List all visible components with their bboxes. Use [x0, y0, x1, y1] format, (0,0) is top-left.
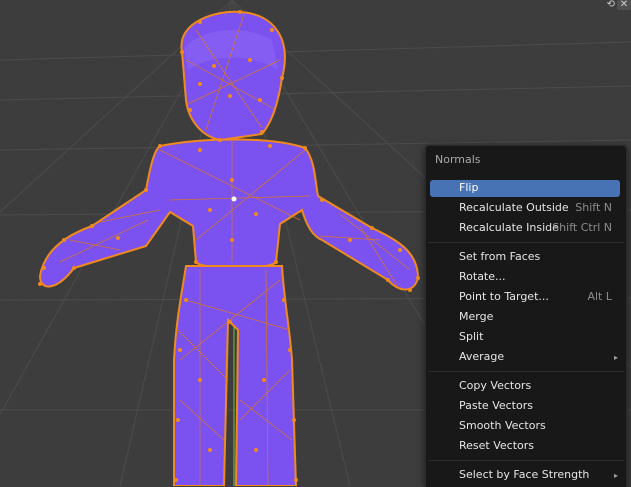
- menu-item-label: Recalculate Outside: [459, 201, 569, 214]
- close-icon[interactable]: ✕: [617, 0, 631, 10]
- menu-item-label: Reset Vectors: [459, 439, 535, 452]
- menu-item-label: Set from Faces: [459, 250, 541, 263]
- menu-item-label: Split: [459, 330, 484, 343]
- menu-item-label: Smooth Vectors: [459, 419, 546, 432]
- overlay-toggle-icon[interactable]: ⟲: [607, 0, 615, 10]
- menu-item-copy-vectors[interactable]: Copy Vectors: [430, 378, 620, 395]
- menu-item-split[interactable]: Split: [430, 329, 620, 346]
- menu-item-rotate[interactable]: Rotate...: [430, 269, 620, 286]
- menu-item-average[interactable]: Average ▸: [430, 349, 620, 366]
- menu-item-label: Paste Vectors: [459, 399, 533, 412]
- menu-item-merge[interactable]: Merge: [430, 309, 620, 326]
- viewport-header-icons: ⟲ ✕: [607, 0, 631, 10]
- menu-item-label: Point to Target...: [459, 290, 549, 303]
- menu-item-recalculate-outside[interactable]: Recalculate Outside Shift N: [430, 200, 620, 217]
- menu-item-label: Rotate...: [459, 270, 506, 283]
- menu-item-label: Select by Face Strength: [459, 468, 590, 481]
- menu-item-select-by-face-strength[interactable]: Select by Face Strength ▸: [430, 467, 620, 484]
- menu-item-label: Merge: [459, 310, 494, 323]
- menu-item-shortcut: Alt L: [587, 290, 612, 303]
- menu-item-shortcut: Shift Ctrl N: [552, 221, 612, 234]
- menu-item-reset-vectors[interactable]: Reset Vectors: [430, 438, 620, 455]
- menu-item-smooth-vectors[interactable]: Smooth Vectors: [430, 418, 620, 435]
- menu-item-label: Recalculate Inside: [459, 221, 559, 234]
- menu-item-label: Copy Vectors: [459, 379, 532, 392]
- submenu-arrow-icon: ▸: [613, 353, 618, 362]
- menu-item-point-to-target[interactable]: Point to Target... Alt L: [430, 289, 620, 306]
- menu-separator: [428, 242, 624, 243]
- menu-separator: [428, 371, 624, 372]
- menu-item-recalculate-inside[interactable]: Recalculate Inside Shift Ctrl N: [430, 220, 620, 237]
- menu-item-shortcut: Shift N: [575, 201, 612, 214]
- menu-item-flip[interactable]: Flip: [430, 180, 620, 197]
- submenu-arrow-icon: ▸: [613, 471, 618, 480]
- menu-item-label: Flip: [459, 181, 479, 194]
- menu-item-paste-vectors[interactable]: Paste Vectors: [430, 398, 620, 415]
- 3d-cursor: [231, 196, 237, 202]
- normals-context-menu: Normals Flip Recalculate Outside Shift N Re…: [425, 145, 627, 487]
- menu-separator: [428, 460, 624, 461]
- menu-item-label: Average: [459, 350, 505, 363]
- menu-title: Normals: [435, 153, 481, 166]
- menu-item-set-from-faces[interactable]: Set from Faces: [430, 249, 620, 266]
